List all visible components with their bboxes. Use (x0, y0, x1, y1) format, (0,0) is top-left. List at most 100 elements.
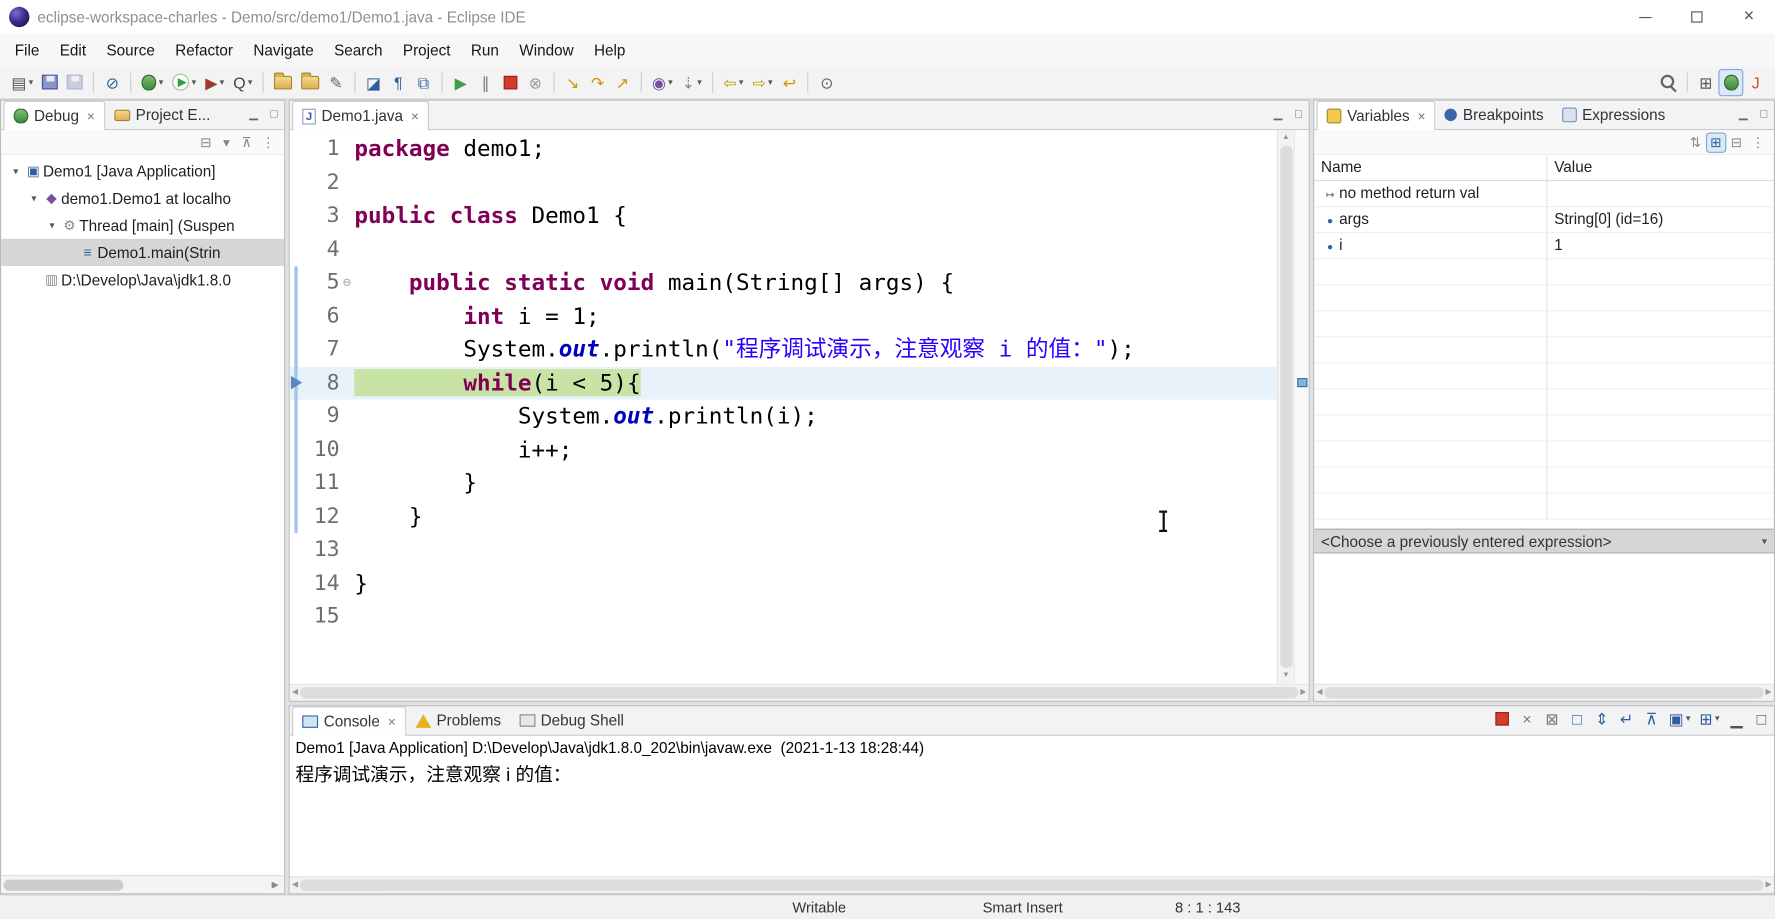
open-resource-button[interactable] (297, 68, 324, 95)
tree-row[interactable]: ▾ ◆ demo1.Demo1 at localho (1, 185, 284, 212)
tree-row[interactable]: ▥ D:\Develop\Java\jdk1.8.0 (1, 266, 284, 293)
minimize-view-button[interactable]: ▁ (1724, 705, 1749, 732)
annotation-ruler-cell[interactable] (290, 132, 306, 165)
code-line[interactable]: 12 } (290, 500, 1277, 533)
debug-perspective-button[interactable] (1718, 68, 1744, 96)
java-perspective-button[interactable]: J (1743, 68, 1768, 95)
scrollbar-thumb[interactable] (300, 879, 1764, 891)
menu-project[interactable]: Project (393, 34, 461, 66)
annotation-ruler-cell[interactable] (290, 533, 306, 566)
code-line[interactable]: 13 (290, 533, 1277, 566)
minimize-view-button[interactable]: ▁ (243, 103, 263, 126)
print-button[interactable]: ✎ (324, 68, 349, 95)
variable-row[interactable]: ● args String[0] (id=16) (1314, 207, 1774, 234)
code-line[interactable]: 4 (290, 233, 1277, 266)
code-line[interactable]: 8 while(i < 5){ (289, 366, 1277, 400)
scroll-up-icon[interactable]: ▲ (1282, 131, 1290, 145)
new-java-class-button[interactable]: ◪ (361, 68, 386, 95)
remove-all-terminated-button[interactable]: ⊟ (196, 132, 216, 152)
code-line[interactable]: 15 (290, 600, 1277, 633)
terminate-button[interactable] (498, 68, 523, 95)
run-button[interactable]: ▾ (168, 68, 201, 95)
step-over-button[interactable]: ↷ (585, 68, 610, 95)
tab-breakpoints[interactable]: Breakpoints (1436, 101, 1553, 129)
scroll-left-icon[interactable]: ◀ (1317, 686, 1323, 700)
minimize-view-button[interactable]: ▁ (1268, 103, 1288, 126)
pin-editor-button[interactable]: ⊙ (814, 68, 839, 95)
tree-row[interactable]: ▾ ⚙ Thread [main] (Suspen (1, 212, 284, 239)
console-body[interactable]: Demo1 [Java Application] D:\Develop\Java… (289, 735, 1774, 877)
open-folder-button[interactable] (269, 68, 296, 95)
scrollbar-thumb[interactable] (1324, 687, 1764, 699)
current-line-marker[interactable] (1297, 378, 1308, 388)
menu-search[interactable]: Search (324, 34, 393, 66)
menu-source[interactable]: Source (96, 34, 165, 66)
scrollbar-thumb[interactable] (300, 687, 1298, 699)
forward-button[interactable]: ⇨ ▾ (748, 68, 777, 95)
variables-horizontal-scrollbar[interactable]: ◀ ▶ (1314, 683, 1774, 701)
variable-row[interactable]: ↦ no method return val (1314, 181, 1774, 208)
collapse-all-button[interactable]: ⊟ (1726, 132, 1746, 152)
overview-ruler[interactable] (1293, 130, 1309, 684)
debug-horizontal-scrollbar[interactable]: ▶ (1, 875, 285, 894)
word-wrap-button[interactable]: ↵ (1614, 705, 1639, 732)
annotation-ruler-cell[interactable] (290, 166, 306, 199)
open-perspective-button[interactable]: ⊞ (1693, 68, 1718, 95)
code-line[interactable]: 1 package demo1; (290, 132, 1277, 165)
chevron-down-icon[interactable]: ▾ (1762, 535, 1767, 547)
coverage-button[interactable]: ▶ ▾ (201, 68, 229, 95)
tab-project-explorer[interactable]: Project E... (105, 101, 219, 129)
terminate-console-button[interactable] (1490, 705, 1515, 732)
code-line[interactable]: 11 } (290, 466, 1277, 499)
tab-demo1-java[interactable]: J Demo1.java × (292, 100, 430, 131)
show-whitespace-button[interactable]: ¶ (386, 68, 411, 95)
scroll-right-icon[interactable]: ▶ (1765, 686, 1771, 700)
code-line[interactable]: 2 (290, 166, 1277, 199)
maximize-view-button[interactable]: □ (1753, 103, 1773, 126)
column-header-name[interactable]: Name (1314, 155, 1548, 180)
code-line[interactable]: 10 i++; (290, 433, 1277, 466)
annotations-button[interactable]: ⇣ ▾ (677, 68, 706, 95)
menu-refactor[interactable]: Refactor (165, 34, 243, 66)
menu-navigate[interactable]: Navigate (243, 34, 324, 66)
collapse-all-button[interactable]: ⊼ (237, 132, 257, 152)
code-line[interactable]: 9 System.out.println(i); (290, 400, 1277, 433)
close-window-button[interactable]: × (1723, 0, 1775, 34)
tree-row[interactable]: ▾ ▣ Demo1 [Java Application] (1, 157, 284, 184)
menu-window[interactable]: Window (509, 34, 584, 66)
scroll-down-icon[interactable]: ▼ (1282, 669, 1290, 683)
menu-run[interactable]: Run (461, 34, 509, 66)
code-line[interactable]: 7 System.out.println("程序调试演示，注意观察 i 的值："… (290, 333, 1277, 366)
fold-marker-icon[interactable]: ⊖ (340, 266, 355, 299)
code-line[interactable]: 5 ⊖ public static void main(String[] args… (290, 266, 1277, 299)
minimize-view-button[interactable]: ▁ (1733, 103, 1753, 126)
minimize-window-button[interactable] (1619, 0, 1671, 34)
menu-file[interactable]: File (5, 34, 50, 66)
resume-button[interactable]: ▶ (448, 68, 473, 95)
close-icon[interactable]: × (87, 108, 95, 124)
scrollbar-thumb[interactable] (1279, 146, 1293, 668)
remove-launch-button[interactable]: × (1515, 705, 1540, 732)
tab-console[interactable]: Console × (292, 706, 406, 736)
pin-console-button[interactable]: ⊼ (1639, 705, 1664, 732)
menu-help[interactable]: Help (584, 34, 636, 66)
tab-debug-shell[interactable]: Debug Shell (510, 706, 633, 734)
view-menu-button[interactable]: ⋮ (257, 132, 280, 152)
annotation-ruler-cell[interactable] (290, 567, 306, 600)
display-selected-console-button[interactable]: ▣ ▾ (1664, 705, 1695, 732)
run-history-button[interactable]: Q ▾ (229, 68, 257, 95)
close-icon[interactable]: × (1418, 108, 1426, 124)
close-icon[interactable]: × (411, 108, 419, 124)
scroll-right-icon[interactable]: ▶ (1300, 686, 1306, 700)
tree-row[interactable]: ≡ Demo1.main(Strin (1, 238, 285, 267)
tab-problems[interactable]: Problems (406, 706, 510, 734)
search-button[interactable] (1655, 68, 1681, 95)
code-area[interactable]: 1 package demo1; 2 3 public class Demo1 {4 5 ⊖… (289, 130, 1277, 684)
show-type-names-button[interactable]: ⇅ (1685, 132, 1705, 152)
scrollbar-thumb[interactable] (3, 878, 124, 891)
console-horizontal-scrollbar[interactable]: ◀ ▶ (289, 876, 1774, 894)
expression-combo[interactable]: <Choose a previously entered expression>… (1314, 528, 1774, 554)
maximize-view-button[interactable]: □ (1288, 103, 1308, 126)
open-element-button[interactable]: ⧉ (411, 68, 436, 95)
show-logical-structure-button[interactable]: ⊞ (1705, 131, 1727, 153)
